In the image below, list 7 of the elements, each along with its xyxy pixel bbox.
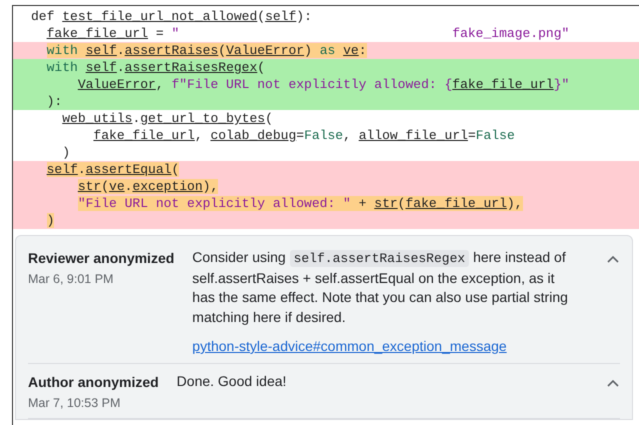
comment-text: Done. Good idea! [176, 372, 288, 390]
comment-date: Mar 7, 10:53 PM [28, 394, 122, 412]
author-name: Reviewer anonymized [28, 249, 174, 268]
comment-date: Mar 6, 9:01 PM [28, 271, 114, 288]
advice-link[interactable]: python-style-advice#common_exception_message [192, 337, 507, 356]
author-name: Author anonymized [28, 372, 159, 392]
comment-text: Consider using self.assertRaisesRegex here instead of self.assertRaises + self.assertEqual on the exception, as it has the same effect. Note that you can also use partial string matching here if desired. [192, 248, 569, 327]
